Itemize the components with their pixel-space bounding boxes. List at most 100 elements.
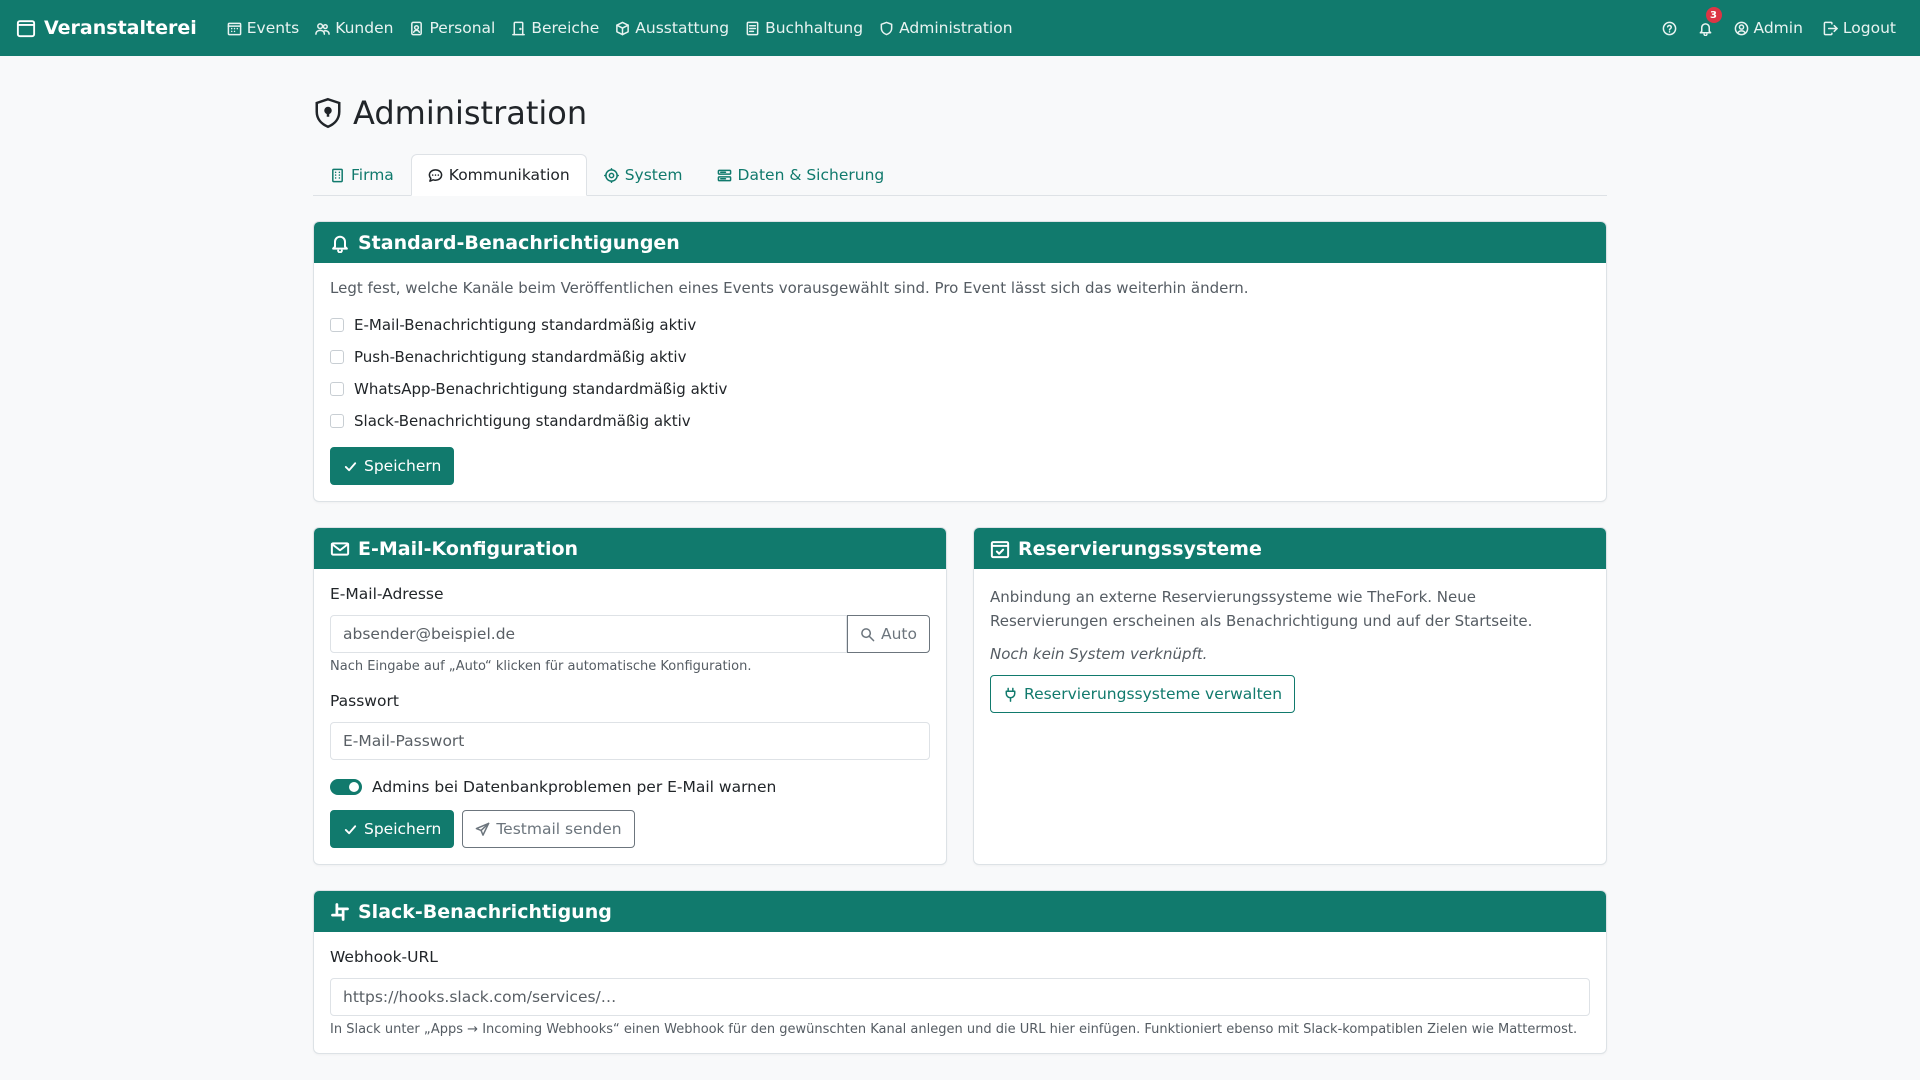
nav-buchhaltung-label: Buchhaltung: [765, 19, 864, 37]
webhook-url-input[interactable]: https://hooks.slack.com/services/…: [330, 978, 1590, 1016]
webhook-url-label: Webhook-URL: [330, 948, 438, 966]
reservation-systems-card: Reservierungssysteme Anbindung an extern…: [973, 527, 1607, 865]
bell-icon: [332, 235, 348, 253]
whatsapp-default-checkbox[interactable]: [330, 382, 344, 396]
slack-default-label: Slack-Benachrichtigung standardmäßig akt…: [354, 412, 691, 430]
config-row: E-Mail-Konfiguration E-Mail-Adresse abse…: [313, 527, 1607, 865]
nav-ausstattung[interactable]: Ausstattung: [607, 0, 737, 56]
check-icon: [344, 824, 357, 834]
nav-administration-label: Administration: [899, 19, 1013, 37]
send-test-mail-button[interactable]: Testmail senden: [462, 810, 635, 848]
db-warning-option[interactable]: Admins bei Datenbankproblemen per E-Mail…: [330, 778, 930, 796]
user-menu[interactable]: Admin: [1726, 0, 1811, 56]
slack-header: Slack-Benachrichtigung: [314, 891, 1606, 932]
logout-link[interactable]: Logout: [1815, 0, 1904, 56]
nav-ausstattung-label: Ausstattung: [635, 19, 730, 37]
reservation-systems-description: Anbindung an externe Reservierungssystem…: [990, 588, 1533, 630]
search-icon: [861, 627, 875, 641]
reservation-systems-body: Anbindung an externe Reservierungssystem…: [974, 569, 1606, 729]
email-config-title: E-Mail-Konfiguration: [358, 537, 579, 560]
top-navbar: Veranstalterei Events Kunden Personal Be…: [0, 0, 1920, 56]
envelope-icon: [330, 541, 350, 556]
tab-system[interactable]: System: [587, 154, 700, 196]
tab-system-label: System: [624, 166, 683, 184]
calendar-grid-icon: [227, 22, 242, 35]
email-address-label: E-Mail-Adresse: [330, 585, 444, 603]
logout-icon: [1823, 21, 1838, 35]
admin-tabs: Firma Kommunikation System Daten & Siche…: [313, 154, 1607, 196]
standard-notifications-body: Legt fest, welche Kanäle beim Veröffentl…: [314, 263, 1606, 501]
nav-buchhaltung[interactable]: Buchhaltung: [737, 0, 871, 56]
nav-events-label: Events: [246, 19, 300, 37]
main-content: Administration Firma Kommunikation Syste…: [313, 56, 1607, 1054]
box-icon: [616, 21, 630, 35]
gear-icon: [603, 167, 619, 183]
manage-reservation-systems-button[interactable]: Reservierungssysteme verwalten: [990, 675, 1296, 713]
calendar-check-icon: [990, 540, 1010, 558]
bell-icon: [1699, 22, 1712, 36]
push-default-label: Push-Benachrichtigung standardmäßig akti…: [354, 348, 687, 366]
email-default-option[interactable]: E-Mail-Benachrichtigung standardmäßig ak…: [330, 309, 1590, 341]
person-badge-icon: [411, 21, 423, 35]
tab-kommunikation[interactable]: Kommunikation: [410, 154, 587, 196]
auto-config-label: Auto: [881, 625, 917, 643]
send-test-mail-label: Testmail senden: [496, 820, 622, 838]
send-icon: [475, 822, 490, 836]
nav-administration[interactable]: Administration: [871, 0, 1020, 56]
push-default-option[interactable]: Push-Benachrichtigung standardmäßig akti…: [330, 341, 1590, 373]
nav-kunden[interactable]: Kunden: [307, 0, 401, 56]
email-config-header: E-Mail-Konfiguration: [314, 528, 946, 569]
webhook-url-help: In Slack unter „Apps → Incoming Webhooks…: [330, 1022, 1578, 1037]
save-email-label: Speichern: [364, 820, 442, 838]
help-button[interactable]: [1654, 0, 1686, 56]
nav-personal[interactable]: Personal: [401, 0, 503, 56]
journal-icon: [746, 21, 759, 35]
page-title: Administration: [313, 94, 1607, 132]
database-icon: [717, 169, 731, 181]
people-icon: [315, 22, 331, 35]
whatsapp-default-option[interactable]: WhatsApp-Benachrichtigung standardmäßig …: [330, 373, 1590, 405]
person-circle-icon: [1734, 21, 1748, 35]
page-title-text: Administration: [353, 94, 588, 132]
standard-notifications-card: Standard-Benachrichtigungen Legt fest, w…: [313, 221, 1607, 502]
door-icon: [512, 21, 526, 35]
slack-default-checkbox[interactable]: [330, 414, 344, 428]
notifications-button[interactable]: 3: [1690, 0, 1722, 56]
db-warning-toggle[interactable]: [330, 779, 362, 795]
tab-kommunikation-label: Kommunikation: [448, 166, 570, 184]
auto-config-button[interactable]: Auto: [847, 615, 930, 653]
email-address-input[interactable]: absender@beispiel.de: [330, 615, 847, 653]
save-notifications-button[interactable]: Speichern: [330, 447, 455, 485]
nav-bereiche[interactable]: Bereiche: [503, 0, 607, 56]
email-default-label: E-Mail-Benachrichtigung standardmäßig ak…: [354, 316, 697, 334]
manage-reservation-systems-label: Reservierungssysteme verwalten: [1024, 685, 1283, 703]
email-actions: Speichern Testmail senden: [330, 810, 930, 848]
notification-badge: 3: [1705, 7, 1722, 23]
tab-daten-sicherung-label: Daten & Sicherung: [737, 166, 885, 184]
email-default-checkbox[interactable]: [330, 318, 344, 332]
logout-label: Logout: [1842, 19, 1896, 37]
nav-bereiche-label: Bereiche: [531, 19, 600, 37]
save-notifications-label: Speichern: [364, 457, 442, 475]
standard-notifications-description: Legt fest, welche Kanäle beim Veröffentl…: [330, 279, 1249, 297]
brand-link[interactable]: Veranstalterei: [16, 17, 197, 39]
nav-right: 3 Admin Logout: [1654, 0, 1904, 56]
password-input[interactable]: E-Mail-Passwort: [330, 722, 930, 760]
tab-daten-sicherung[interactable]: Daten & Sicherung: [700, 154, 902, 196]
plug-icon: [1005, 687, 1016, 702]
save-email-button[interactable]: Speichern: [330, 810, 455, 848]
nav-events[interactable]: Events: [219, 0, 307, 56]
email-address-help: Nach Eingabe auf „Auto“ klicken für auto…: [330, 659, 752, 674]
standard-notifications-title: Standard-Benachrichtigungen: [358, 231, 680, 254]
push-default-checkbox[interactable]: [330, 350, 344, 364]
reservation-systems-title: Reservierungssysteme: [1018, 537, 1262, 560]
question-circle-icon: [1662, 21, 1677, 35]
nav-personal-label: Personal: [429, 19, 496, 37]
reservation-systems-empty: Noch kein System verknüpft.: [990, 645, 1208, 663]
shield-lock-icon: [315, 97, 341, 129]
password-label: Passwort: [330, 692, 399, 710]
brand-name: Veranstalterei: [44, 17, 197, 39]
slack-default-option[interactable]: Slack-Benachrichtigung standardmäßig akt…: [330, 405, 1590, 437]
tab-firma[interactable]: Firma: [313, 154, 411, 196]
main-nav: Events Kunden Personal Bereiche Ausstatt…: [219, 0, 1021, 56]
